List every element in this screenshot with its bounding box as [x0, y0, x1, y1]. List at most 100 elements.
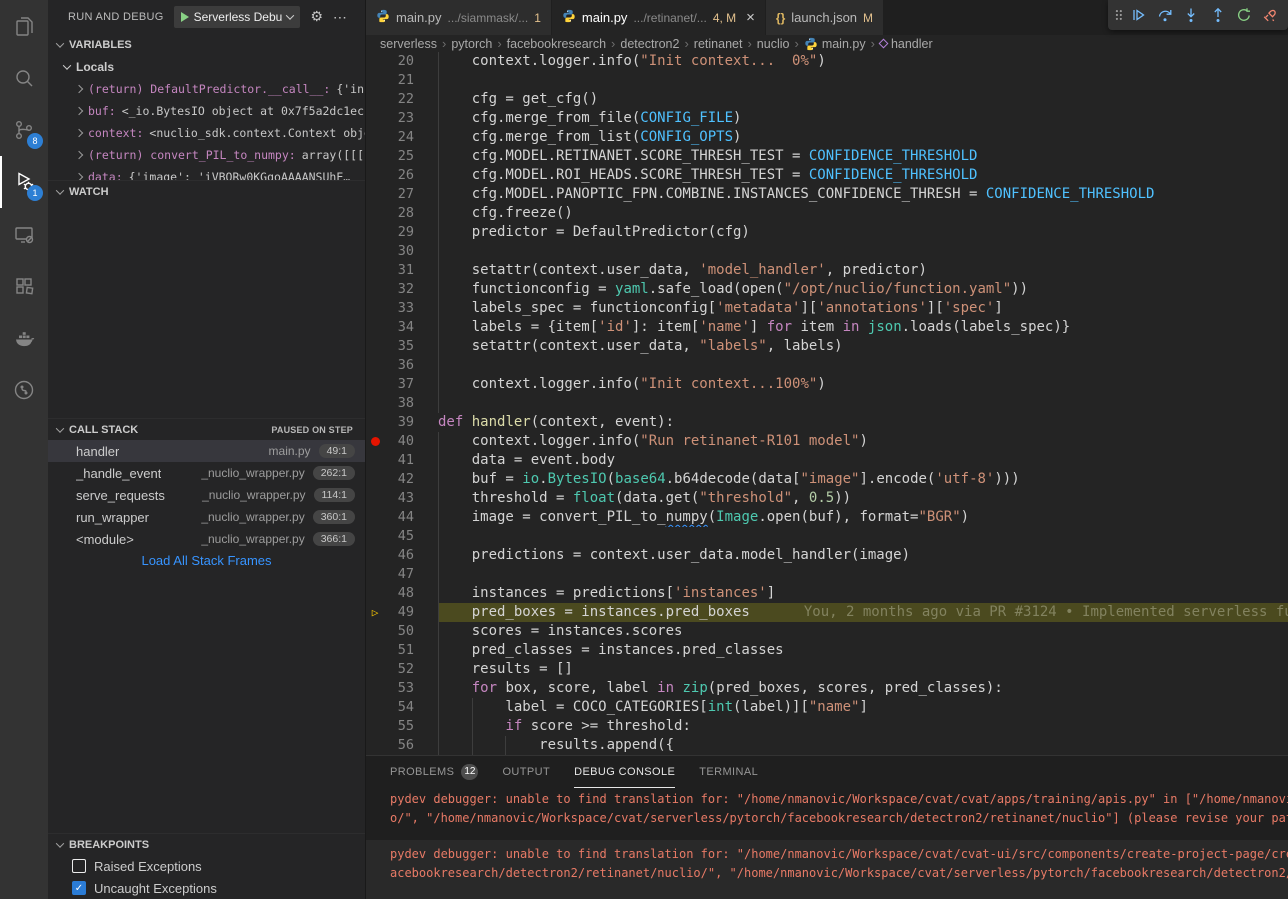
gutter[interactable]: 53 [366, 679, 438, 698]
call-stack-section-header[interactable]: CALL STACK PAUSED ON STEP [48, 418, 365, 440]
gutter[interactable]: 44 [366, 508, 438, 527]
checkbox[interactable]: ✓ [72, 881, 86, 895]
code-line[interactable]: 20 context.logger.info("Init context... … [366, 52, 1288, 71]
code-line[interactable]: 29 predictor = DefaultPredictor(cfg) [366, 223, 1288, 242]
console-line[interactable]: pydev debugger: unable to find translati… [366, 790, 1288, 809]
gutter[interactable]: 46 [366, 546, 438, 565]
variables-section-header[interactable]: VARIABLES [48, 34, 365, 56]
gutter[interactable]: 52 [366, 660, 438, 679]
code-line[interactable]: ▷49 pred_boxes = instances.pred_boxesYou… [366, 603, 1288, 622]
console-line[interactable]: acebookresearch/detectron2/retinanet/nuc… [366, 864, 1288, 883]
gutter[interactable]: 22 [366, 90, 438, 109]
code-line[interactable]: 28 cfg.freeze() [366, 204, 1288, 223]
source-control-icon[interactable]: 8 [0, 104, 48, 156]
disconnect-button[interactable] [1259, 3, 1282, 27]
breadcrumb-item-pytorch[interactable]: pytorch [451, 37, 492, 51]
code-line[interactable]: 52 results = [] [366, 660, 1288, 679]
code-line[interactable]: 42 buf = io.BytesIO(base64.b64decode(dat… [366, 470, 1288, 489]
code-line[interactable]: 25 cfg.MODEL.RETINANET.SCORE_THRESH_TEST… [366, 147, 1288, 166]
code-line[interactable]: 51 pred_classes = instances.pred_classes [366, 641, 1288, 660]
code-line[interactable]: 39def handler(context, event): [366, 413, 1288, 432]
gutter[interactable]: 50 [366, 622, 438, 641]
gutter[interactable]: 23 [366, 109, 438, 128]
variable-row[interactable]: data: {'image': 'iVBORw0KGgoAAAANSUhE… [48, 166, 365, 180]
gutter[interactable]: 41 [366, 451, 438, 470]
gutter[interactable]: 26 [366, 166, 438, 185]
gutter[interactable]: 21 [366, 71, 438, 90]
code-line[interactable]: 56 results.append({ [366, 736, 1288, 755]
code-line[interactable]: 48 instances = predictions['instances'] [366, 584, 1288, 603]
more-actions-icon[interactable]: ⋯ [333, 9, 348, 26]
gutter[interactable]: 24 [366, 128, 438, 147]
breadcrumb-item-facebookresearch[interactable]: facebookresearch [507, 37, 606, 51]
start-debug-icon[interactable] [181, 12, 189, 22]
code-line[interactable]: 41 data = event.body [366, 451, 1288, 470]
gutter[interactable]: 39 [366, 413, 438, 432]
code-line[interactable]: 47 [366, 565, 1288, 584]
breakpoint-margin[interactable] [366, 437, 384, 446]
gutter[interactable]: 30 [366, 242, 438, 261]
code-line[interactable]: 33 labels_spec = functionconfig['metadat… [366, 299, 1288, 318]
continue-button[interactable] [1127, 3, 1150, 27]
breadcrumb-item-handler[interactable]: handler [880, 37, 933, 51]
code-line[interactable]: 30 [366, 242, 1288, 261]
search-icon[interactable] [0, 52, 48, 104]
explorer-icon[interactable] [0, 0, 48, 52]
extensions-icon[interactable] [0, 260, 48, 312]
breadcrumb-item-detectron2[interactable]: detectron2 [620, 37, 679, 51]
gutter[interactable]: 45 [366, 527, 438, 546]
panel-tab-output[interactable]: OUTPUT [502, 756, 550, 788]
gutter[interactable]: 48 [366, 584, 438, 603]
breadcrumb-item-serverless[interactable]: serverless [380, 37, 437, 51]
code-line[interactable]: 40 context.logger.info("Run retinanet-R1… [366, 432, 1288, 451]
gutter[interactable]: 47 [366, 565, 438, 584]
code-line[interactable]: 23 cfg.merge_from_file(CONFIG_FILE) [366, 109, 1288, 128]
code-line[interactable]: 46 predictions = context.user_data.model… [366, 546, 1288, 565]
gutter[interactable]: 31 [366, 261, 438, 280]
gear-icon[interactable]: ⚙ [310, 9, 323, 25]
code-line[interactable]: 50 scores = instances.scores [366, 622, 1288, 641]
gutter[interactable]: 43 [366, 489, 438, 508]
tab-main-py[interactable]: main.py.../retinanet/...4, M× [552, 0, 766, 35]
breadcrumb-item-nuclio[interactable]: nuclio [757, 37, 790, 51]
stack-frame[interactable]: <module>_nuclio_wrapper.py366:1 [48, 528, 365, 550]
tab-launch-json[interactable]: {}launch.jsonM [766, 0, 884, 35]
code-line[interactable]: 36 [366, 356, 1288, 375]
breakpoint-row[interactable]: Raised Exceptions [48, 855, 365, 877]
watch-section-header[interactable]: WATCH [48, 180, 365, 202]
gutter[interactable]: 20 [366, 52, 438, 71]
gutter[interactable]: 28 [366, 204, 438, 223]
code-line[interactable]: 53 for box, score, label in zip(pred_box… [366, 679, 1288, 698]
gutter[interactable]: 37 [366, 375, 438, 394]
breadcrumb-item-retinanet[interactable]: retinanet [694, 37, 743, 51]
docker-icon[interactable] [0, 312, 48, 364]
gutter[interactable]: 40 [366, 432, 438, 451]
stack-frame[interactable]: handlermain.py49:1 [48, 440, 365, 462]
gutter[interactable]: 55 [366, 717, 438, 736]
run-and-debug-icon[interactable]: 1 [0, 156, 48, 208]
panel-tab-debug-console[interactable]: DEBUG CONSOLE [574, 756, 675, 788]
gutter[interactable]: ▷49 [366, 603, 438, 622]
gutter[interactable]: 32 [366, 280, 438, 299]
breakpoint-icon[interactable] [371, 437, 380, 446]
code-line[interactable]: 31 setattr(context.user_data, 'model_han… [366, 261, 1288, 280]
step-into-button[interactable] [1179, 3, 1202, 27]
variable-row[interactable]: (return) convert_PIL_to_numpy: array([[[… [48, 144, 365, 166]
gutter[interactable]: 51 [366, 641, 438, 660]
gutter[interactable]: 36 [366, 356, 438, 375]
gutter[interactable]: 29 [366, 223, 438, 242]
gutter[interactable]: 56 [366, 736, 438, 755]
code-line[interactable]: 43 threshold = float(data.get("threshold… [366, 489, 1288, 508]
code-line[interactable]: 35 setattr(context.user_data, "labels", … [366, 337, 1288, 356]
close-icon[interactable]: × [746, 10, 755, 25]
code-line[interactable]: 38 [366, 394, 1288, 413]
stack-frame[interactable]: _handle_event_nuclio_wrapper.py262:1 [48, 462, 365, 484]
step-over-button[interactable] [1153, 3, 1176, 27]
remote-explorer-icon[interactable] [0, 208, 48, 260]
stack-frame[interactable]: run_wrapper_nuclio_wrapper.py360:1 [48, 506, 365, 528]
code-line[interactable]: 45 [366, 527, 1288, 546]
breakpoint-row[interactable]: ✓Uncaught Exceptions [48, 877, 365, 899]
breadcrumb-item-main-py[interactable]: main.py [804, 37, 866, 51]
variable-row[interactable]: context: <nuclio_sdk.context.Context obj… [48, 122, 365, 144]
code-line[interactable]: 34 labels = {item['id']: item['name'] fo… [366, 318, 1288, 337]
